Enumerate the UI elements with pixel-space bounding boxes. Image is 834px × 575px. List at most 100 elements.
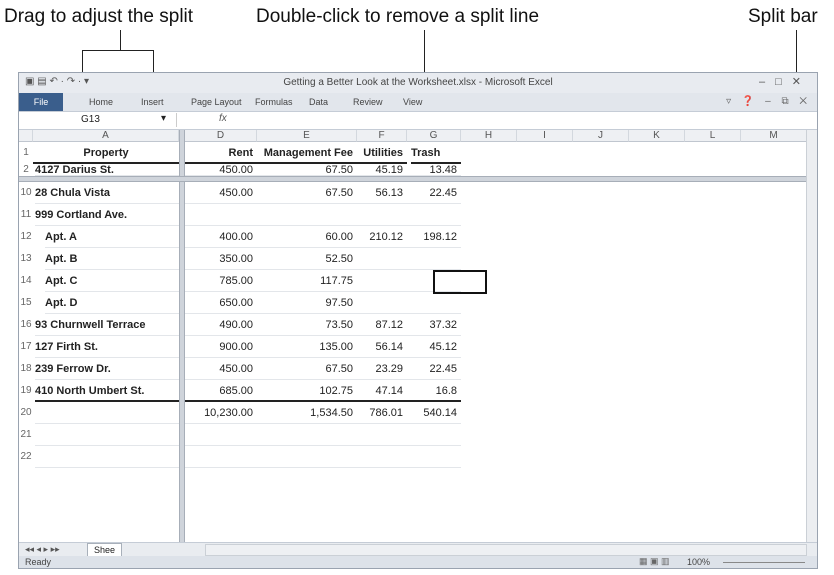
column-header-h[interactable]: H bbox=[461, 130, 517, 142]
cell-g[interactable] bbox=[407, 446, 461, 468]
tab-review[interactable]: Review bbox=[353, 97, 383, 107]
column-header-d[interactable]: D bbox=[185, 130, 257, 142]
cell-d[interactable]: 450.00 bbox=[185, 358, 257, 380]
cell-g[interactable] bbox=[407, 424, 461, 446]
cell-d[interactable]: Rent bbox=[185, 142, 257, 164]
row-header[interactable]: 21 bbox=[19, 424, 33, 446]
column-header-e[interactable]: E bbox=[257, 130, 357, 142]
column-header-f[interactable]: F bbox=[357, 130, 407, 142]
help-icon[interactable]: ▿ ❓ – ⧉ ✕ bbox=[726, 96, 811, 107]
zoom-level[interactable]: 100% bbox=[687, 557, 710, 567]
cell-f[interactable]: 23.29 bbox=[357, 358, 407, 380]
row-header[interactable]: 17 bbox=[19, 336, 33, 358]
cell-f[interactable] bbox=[357, 204, 407, 226]
tab-file[interactable]: File bbox=[19, 93, 63, 111]
cell-e[interactable]: 117.75 bbox=[257, 270, 357, 292]
cell-d[interactable]: 650.00 bbox=[185, 292, 257, 314]
cell-f[interactable] bbox=[357, 424, 407, 446]
cell-d[interactable]: 10,230.00 bbox=[185, 402, 257, 424]
horizontal-split-bar[interactable] bbox=[19, 176, 817, 182]
cell-a[interactable]: Apt. D bbox=[45, 292, 179, 314]
cell-f[interactable]: 210.12 bbox=[357, 226, 407, 248]
cell-d[interactable] bbox=[185, 446, 257, 468]
row-header[interactable]: 2 bbox=[19, 164, 33, 176]
cell-g[interactable]: 22.45 bbox=[407, 358, 461, 380]
cell-f[interactable]: 786.01 bbox=[357, 402, 407, 424]
cell-e[interactable] bbox=[257, 204, 357, 226]
cell-e[interactable]: 102.75 bbox=[257, 380, 357, 402]
cell-g[interactable]: 540.14 bbox=[407, 402, 461, 424]
column-header-g[interactable]: G bbox=[407, 130, 461, 142]
cell-g[interactable] bbox=[407, 204, 461, 226]
cell-e[interactable]: 67.50 bbox=[257, 164, 357, 176]
cell-e[interactable]: 135.00 bbox=[257, 336, 357, 358]
row-header[interactable]: 22 bbox=[19, 446, 33, 468]
tab-page-layout[interactable]: Page Layout bbox=[191, 97, 242, 107]
tab-insert[interactable]: Insert bbox=[141, 97, 164, 107]
cell-a[interactable]: 127 Firth St. bbox=[35, 336, 179, 358]
cell-a[interactable]: 28 Chula Vista bbox=[35, 182, 179, 204]
cell-a[interactable]: Apt. C bbox=[45, 270, 179, 292]
cell-g[interactable]: 13.48 bbox=[407, 164, 461, 176]
cell-e[interactable] bbox=[257, 446, 357, 468]
view-buttons[interactable]: ▦ ▣ ▥ bbox=[639, 556, 670, 567]
cell-f[interactable]: 56.14 bbox=[357, 336, 407, 358]
name-box[interactable]: G13 bbox=[47, 113, 177, 127]
cell-d[interactable]: 350.00 bbox=[185, 248, 257, 270]
column-header-a[interactable]: A bbox=[33, 130, 179, 142]
cell-f[interactable] bbox=[357, 292, 407, 314]
tab-home[interactable]: Home bbox=[89, 97, 113, 107]
cell-e[interactable]: 67.50 bbox=[257, 182, 357, 204]
cell-f[interactable]: 47.14 bbox=[357, 380, 407, 402]
cell-a[interactable]: 4127 Darius St. bbox=[35, 164, 179, 176]
cell-g[interactable]: 45.12 bbox=[407, 336, 461, 358]
worksheet-grid[interactable]: A D E F G H I J K L M 1 Property Rent Ma… bbox=[19, 130, 817, 542]
cell-e[interactable]: 73.50 bbox=[257, 314, 357, 336]
column-header-l[interactable]: L bbox=[685, 130, 741, 142]
cell-a[interactable]: 93 Churnwell Terrace bbox=[35, 314, 179, 336]
vertical-split-bar[interactable] bbox=[179, 130, 185, 542]
cell-a[interactable]: Property bbox=[33, 142, 179, 164]
tab-formulas[interactable]: Formulas bbox=[255, 97, 293, 107]
cell-g[interactable]: Trash bbox=[411, 142, 461, 164]
row-header[interactable]: 10 bbox=[19, 182, 33, 204]
cell-g[interactable]: 16.8 bbox=[407, 380, 461, 402]
row-header[interactable]: 14 bbox=[19, 270, 33, 292]
cell-e[interactable]: 60.00 bbox=[257, 226, 357, 248]
cell-e[interactable]: 67.50 bbox=[257, 358, 357, 380]
cell-d[interactable]: 685.00 bbox=[185, 380, 257, 402]
sheet-tab[interactable]: Shee bbox=[87, 543, 123, 557]
cell-a[interactable] bbox=[35, 446, 179, 468]
column-header-k[interactable]: K bbox=[629, 130, 685, 142]
select-all[interactable] bbox=[19, 130, 33, 142]
cell-f[interactable]: 87.12 bbox=[357, 314, 407, 336]
cell-f[interactable]: Utilities bbox=[357, 142, 407, 164]
cell-a[interactable]: Apt. B bbox=[45, 248, 179, 270]
row-header[interactable]: 18 bbox=[19, 358, 33, 380]
row-header[interactable]: 19 bbox=[19, 380, 33, 402]
cell-d[interactable] bbox=[185, 204, 257, 226]
cell-d[interactable]: 450.00 bbox=[185, 182, 257, 204]
row-header[interactable]: 16 bbox=[19, 314, 33, 336]
cell-a[interactable]: 410 North Umbert St. bbox=[35, 380, 179, 402]
cell-d[interactable]: 450.00 bbox=[185, 164, 257, 176]
cell-g[interactable]: 37.32 bbox=[407, 314, 461, 336]
zoom-slider[interactable] bbox=[723, 562, 805, 563]
row-header[interactable]: 12 bbox=[19, 226, 33, 248]
cell-a[interactable]: 999 Cortland Ave. bbox=[35, 204, 179, 226]
row-header[interactable]: 13 bbox=[19, 248, 33, 270]
cell-g[interactable]: 22.45 bbox=[407, 182, 461, 204]
cell-e[interactable] bbox=[257, 424, 357, 446]
tab-view[interactable]: View bbox=[403, 97, 422, 107]
cell-a[interactable]: Apt. A bbox=[45, 226, 179, 248]
cell-a[interactable] bbox=[35, 402, 179, 424]
cell-e[interactable]: Management Fee bbox=[257, 142, 357, 164]
cell-d[interactable] bbox=[185, 424, 257, 446]
row-header[interactable]: 11 bbox=[19, 204, 33, 226]
cell-e[interactable]: 52.50 bbox=[257, 248, 357, 270]
cell-d[interactable]: 785.00 bbox=[185, 270, 257, 292]
cell-e[interactable]: 97.50 bbox=[257, 292, 357, 314]
cell-f[interactable]: 56.13 bbox=[357, 182, 407, 204]
cell-f[interactable] bbox=[357, 270, 407, 292]
cell-a[interactable] bbox=[35, 424, 179, 446]
